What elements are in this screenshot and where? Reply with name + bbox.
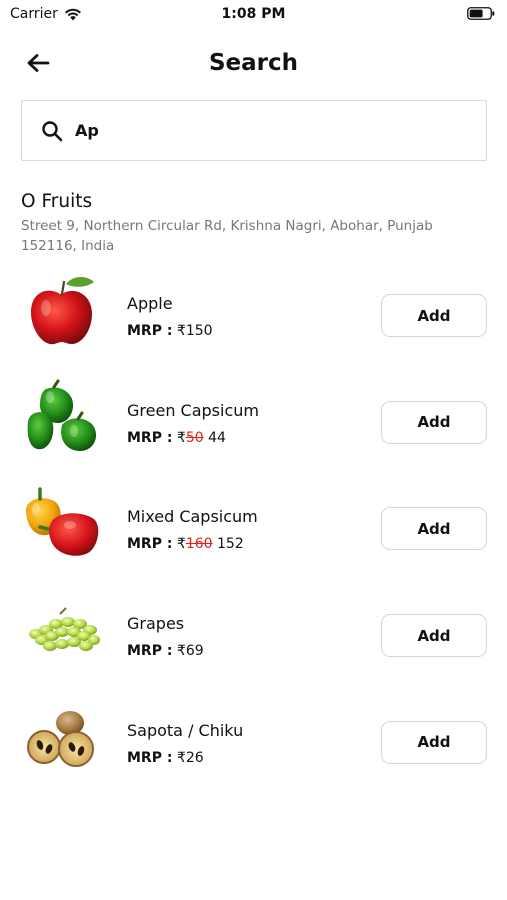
grapes-icon	[29, 607, 100, 652]
price-current: 26	[185, 749, 204, 766]
mrp-label: MRP :	[127, 323, 173, 339]
product-price: MRP : ₹150	[127, 323, 213, 339]
price-currency: ₹	[176, 323, 186, 339]
product-name: Grapes	[127, 614, 185, 634]
price-current: 44	[208, 429, 226, 446]
mrp-label: MRP :	[127, 749, 173, 766]
add-button[interactable]: Add	[381, 400, 487, 444]
add-button[interactable]: Add	[381, 507, 487, 551]
apple-icon	[30, 277, 94, 345]
add-button[interactable]: Add	[381, 294, 487, 337]
price-currency: ₹	[176, 643, 186, 660]
nav-bar: Search	[0, 40, 507, 88]
mrp-label: MRP :	[127, 429, 173, 446]
product-name: Mixed Capsicum	[127, 507, 258, 527]
product-row: Apple MRP : ₹150 Add	[0, 266, 507, 373]
price-old: 160	[185, 536, 213, 553]
search-icon	[42, 120, 63, 141]
product-row: Sapota / Chiku MRP : ₹26 Add	[0, 693, 507, 800]
price-currency: ₹	[176, 429, 186, 446]
store-address: Street 9, Northern Circular Rd, Krishna …	[21, 218, 433, 254]
search-box[interactable]	[21, 100, 487, 161]
add-button[interactable]: Add	[381, 720, 487, 764]
page-title: Search	[208, 50, 299, 76]
mrp-label: MRP :	[127, 536, 173, 553]
product-name: Green Capsicum	[127, 400, 259, 420]
product-name: Sapota / Chiku	[127, 720, 244, 740]
battery-icon	[467, 7, 495, 20]
add-button[interactable]: Add	[381, 614, 487, 658]
product-price: MRP : ₹50 44	[127, 430, 226, 446]
product-row: Mixed Capsicum MRP : ₹160 152 Add	[0, 479, 507, 586]
product-list: Apple MRP : ₹150 Add Green Capsicum MRP …	[0, 266, 507, 799]
status-bar: Carrier 1:08 PM	[0, 0, 507, 28]
product-price: MRP : ₹69	[127, 643, 204, 659]
product-row: Green Capsicum MRP : ₹50 44 Add	[0, 373, 507, 480]
price-currency: ₹	[176, 749, 186, 766]
price-current: 152	[217, 536, 244, 553]
mixed-capsicum-icon	[26, 487, 99, 557]
price-currency: ₹	[176, 536, 186, 553]
search-input[interactable]	[75, 115, 455, 146]
price-current: 69	[185, 643, 204, 660]
product-row: Grapes MRP : ₹69 Add	[0, 586, 507, 693]
price-old: 50	[185, 429, 204, 446]
product-price: MRP : ₹160 152	[127, 536, 244, 552]
green-capsicum-icon	[27, 379, 97, 451]
sapota-icon	[27, 710, 94, 767]
price-current: 150	[185, 323, 213, 339]
store-name: O Fruits	[21, 191, 93, 212]
mrp-label: MRP :	[127, 643, 173, 660]
product-price: MRP : ₹26	[127, 750, 204, 766]
status-time: 1:08 PM	[221, 6, 286, 22]
product-name: Apple	[127, 294, 173, 313]
